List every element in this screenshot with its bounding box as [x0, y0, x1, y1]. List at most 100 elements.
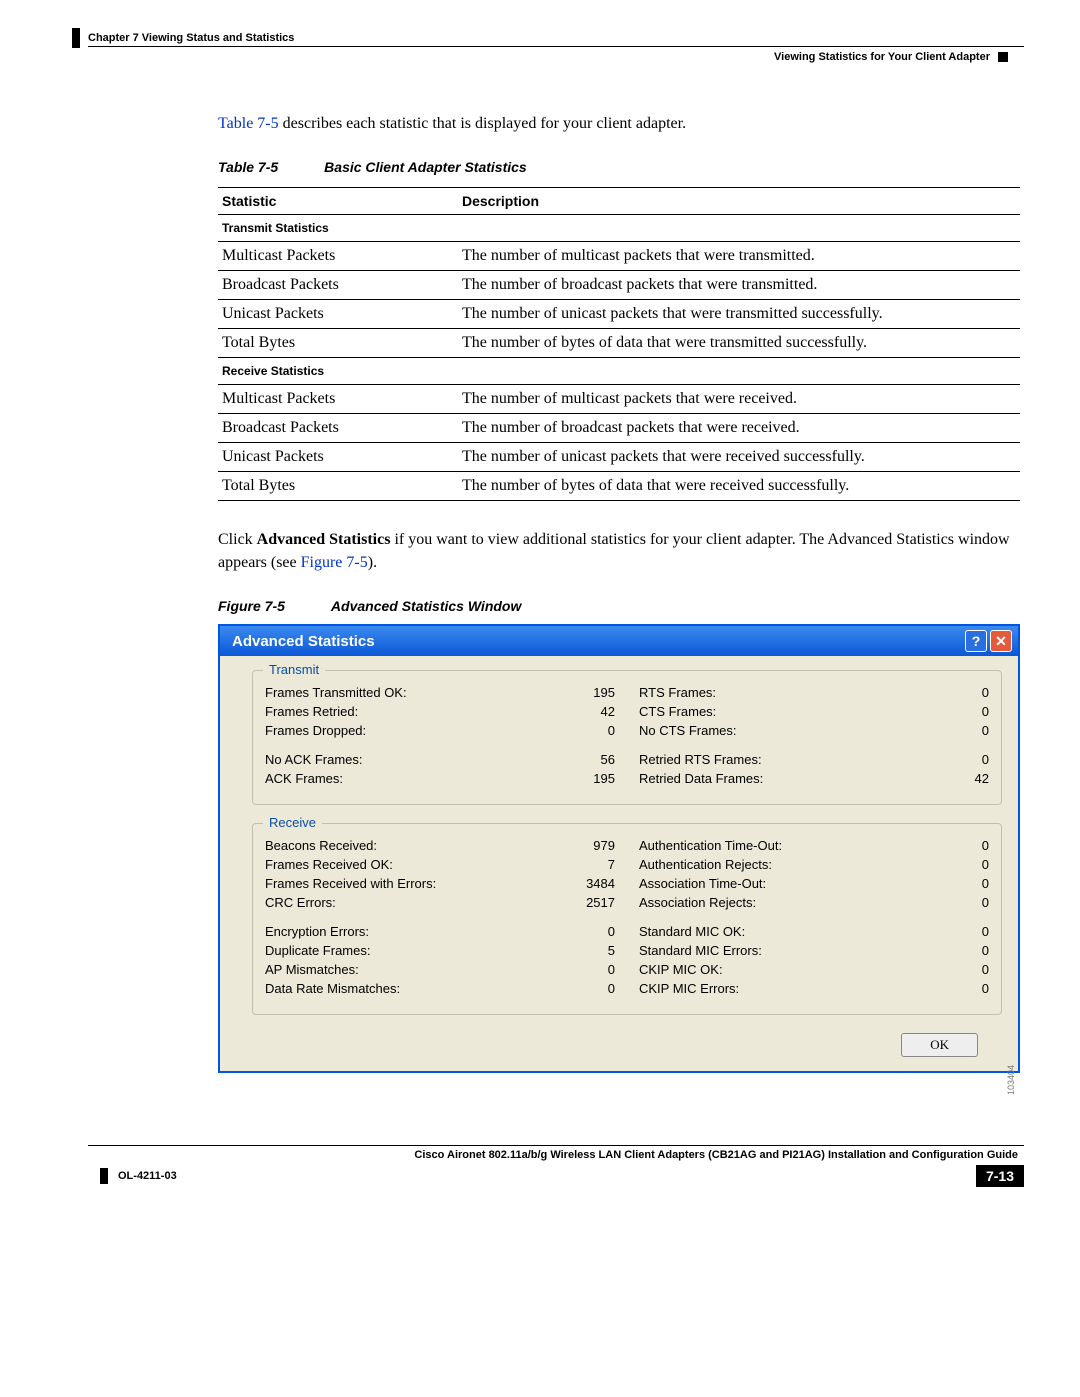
stat-row: AP Mismatches: 0 — [265, 960, 615, 979]
stat-value: 0 — [941, 895, 989, 910]
stat-label: Encryption Errors: — [265, 924, 369, 939]
stat-row: Data Rate Mismatches: 0 — [265, 979, 615, 998]
stat-row: Frames Dropped:0 — [265, 721, 615, 740]
stat-label: CTS Frames: — [639, 704, 716, 719]
stat-value: 2517 — [567, 895, 615, 910]
stat-row: Association Time-Out: 0 — [639, 874, 989, 893]
table-row: Broadcast PacketsThe number of broadcast… — [218, 414, 1020, 443]
subhead-transmit: Transmit Statistics — [218, 215, 1020, 242]
stat-desc: The number of bytes of data that were tr… — [458, 329, 1020, 358]
stat-value: 195 — [567, 685, 615, 700]
stat-row: Beacons Received: 979 — [265, 836, 615, 855]
stat-label: Association Rejects: — [639, 895, 756, 910]
table-ref-link[interactable]: Table 7-5 — [218, 115, 279, 132]
advanced-statistics-window: Advanced Statistics ? ✕ Transmit Frames … — [218, 624, 1020, 1073]
stat-desc: The number of broadcast packets that wer… — [458, 271, 1020, 300]
stat-value: 0 — [941, 752, 989, 767]
footer-guide: Cisco Aironet 802.11a/b/g Wireless LAN C… — [88, 1149, 1018, 1161]
stat-label: Retried Data Frames: — [639, 771, 763, 786]
transmit-title: Transmit — [263, 662, 325, 677]
header-chapter: Chapter 7 Viewing Status and Statistics — [88, 32, 1024, 44]
stat-row: CKIP MIC Errors:0 — [639, 979, 989, 998]
stat-row: No ACK Frames: 56 — [265, 750, 615, 769]
receive-title: Receive — [263, 815, 322, 830]
stat-label: RTS Frames: — [639, 685, 716, 700]
stat-value: 0 — [941, 924, 989, 939]
stat-label: No CTS Frames: — [639, 723, 737, 738]
figure-caption: Figure 7-5Advanced Statistics Window — [218, 598, 1020, 614]
stat-label: Data Rate Mismatches: — [265, 981, 400, 996]
stat-desc: The number of broadcast packets that wer… — [458, 414, 1020, 443]
page-header: Chapter 7 Viewing Status and Statistics … — [88, 32, 1024, 63]
stat-value: 0 — [941, 962, 989, 977]
stat-label: Authentication Time-Out: — [639, 838, 782, 853]
stat-value: 7 — [567, 857, 615, 872]
stat-row: Standard MIC Errors:0 — [639, 941, 989, 960]
stat-value: 0 — [941, 685, 989, 700]
stat-desc: The number of multicast packets that wer… — [458, 242, 1020, 271]
stat-label: Retried RTS Frames: — [639, 752, 762, 767]
subhead-receive: Receive Statistics — [218, 358, 1020, 385]
stat-value: 195 — [567, 771, 615, 786]
stat-row: Frames Transmitted OK: 195 — [265, 683, 615, 702]
stat-row: Encryption Errors: 0 — [265, 922, 615, 941]
stat-value: 0 — [567, 962, 615, 977]
stat-value: 42 — [941, 771, 989, 786]
stat-label: Frames Transmitted OK: — [265, 685, 407, 700]
crop-mark — [72, 28, 80, 48]
titlebar: Advanced Statistics ? ✕ — [220, 626, 1018, 656]
stat-name: Broadcast Packets — [218, 271, 458, 300]
stat-value: 979 — [567, 838, 615, 853]
stat-value: 0 — [567, 924, 615, 939]
table-row: Broadcast PacketsThe number of broadcast… — [218, 271, 1020, 300]
stat-value: 0 — [941, 981, 989, 996]
col-header-description: Description — [458, 188, 1020, 215]
stat-value: 3484 — [567, 876, 615, 891]
stat-label: ACK Frames: — [265, 771, 343, 786]
stat-label: AP Mismatches: — [265, 962, 359, 977]
stat-label: Duplicate Frames: — [265, 943, 370, 958]
receive-group: Receive Beacons Received:979Frames Recei… — [252, 823, 1002, 1015]
stat-row: Duplicate Frames: 5 — [265, 941, 615, 960]
stat-label: Frames Received OK: — [265, 857, 393, 872]
stat-label: Standard MIC OK: — [639, 924, 745, 939]
stat-label: No ACK Frames: — [265, 752, 363, 767]
window-title: Advanced Statistics — [226, 633, 962, 650]
header-section: Viewing Statistics for Your Client Adapt… — [88, 51, 1008, 63]
stat-name: Multicast Packets — [218, 385, 458, 414]
stat-name: Unicast Packets — [218, 443, 458, 472]
ok-button[interactable]: OK — [901, 1033, 978, 1057]
stat-value: 0 — [941, 704, 989, 719]
stat-name: Unicast Packets — [218, 300, 458, 329]
stat-name: Multicast Packets — [218, 242, 458, 271]
stat-label: Association Time-Out: — [639, 876, 766, 891]
stat-name: Total Bytes — [218, 472, 458, 501]
stat-row: Frames Retried:42 — [265, 702, 615, 721]
stat-desc: The number of unicast packets that were … — [458, 300, 1020, 329]
intro-paragraph: Table 7-5 describes each statistic that … — [218, 113, 1020, 135]
stat-value: 56 — [567, 752, 615, 767]
transmit-group: Transmit Frames Transmitted OK:195Frames… — [252, 670, 1002, 805]
stat-value: 0 — [941, 723, 989, 738]
stat-row: No CTS Frames: 0 — [639, 721, 989, 740]
stat-row: Association Rejects: 0 — [639, 893, 989, 912]
stat-desc: The number of unicast packets that were … — [458, 443, 1020, 472]
stat-label: Frames Received with Errors: — [265, 876, 436, 891]
table-row: Unicast PacketsThe number of unicast pac… — [218, 300, 1020, 329]
stat-row: Frames Received with Errors: 3484 — [265, 874, 615, 893]
table-row: Total BytesThe number of bytes of data t… — [218, 329, 1020, 358]
stat-value: 0 — [567, 981, 615, 996]
col-header-statistic: Statistic — [218, 188, 458, 215]
stat-row: RTS Frames: 0 — [639, 683, 989, 702]
stat-value: 0 — [941, 857, 989, 872]
help-icon[interactable]: ? — [965, 630, 987, 652]
stat-value: 5 — [567, 943, 615, 958]
figure-ref-link[interactable]: Figure 7-5 — [301, 554, 368, 571]
stat-value: 0 — [941, 943, 989, 958]
stat-value: 0 — [941, 876, 989, 891]
stat-name: Total Bytes — [218, 329, 458, 358]
stat-value: 0 — [567, 723, 615, 738]
stat-label: Beacons Received: — [265, 838, 377, 853]
stat-row: CRC Errors:2517 — [265, 893, 615, 912]
close-icon[interactable]: ✕ — [990, 630, 1012, 652]
